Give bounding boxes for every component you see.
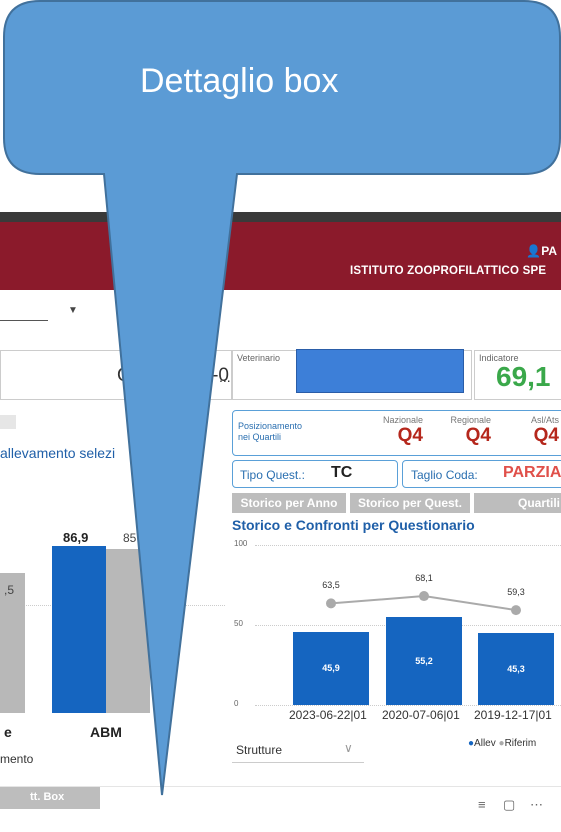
x-tick-label: 2019-12-17|01	[474, 708, 552, 722]
reference-data-label: 63,5	[322, 580, 340, 591]
reference-point	[326, 598, 336, 609]
strutture-select[interactable]: Strutture ∨	[232, 737, 364, 763]
reference-data-label: 68,1	[415, 573, 433, 584]
reference-data-label: 59,3	[507, 587, 525, 598]
chevron-down-icon[interactable]: ∨	[344, 741, 353, 755]
reference-point	[419, 591, 429, 602]
reference-point	[511, 605, 521, 616]
filter-icon[interactable]: ≡	[478, 797, 486, 812]
x-tick-label: 2020-07-06|01	[382, 708, 460, 722]
focus-mode-icon[interactable]: ▢	[503, 797, 515, 813]
more-options-icon[interactable]: ⋯	[530, 797, 543, 813]
chart-legend: ●Allev ●Riferim	[468, 738, 537, 749]
x-tick-label: 2023-06-22|01	[289, 708, 367, 722]
callout-text: Dettaglio box	[140, 62, 339, 100]
